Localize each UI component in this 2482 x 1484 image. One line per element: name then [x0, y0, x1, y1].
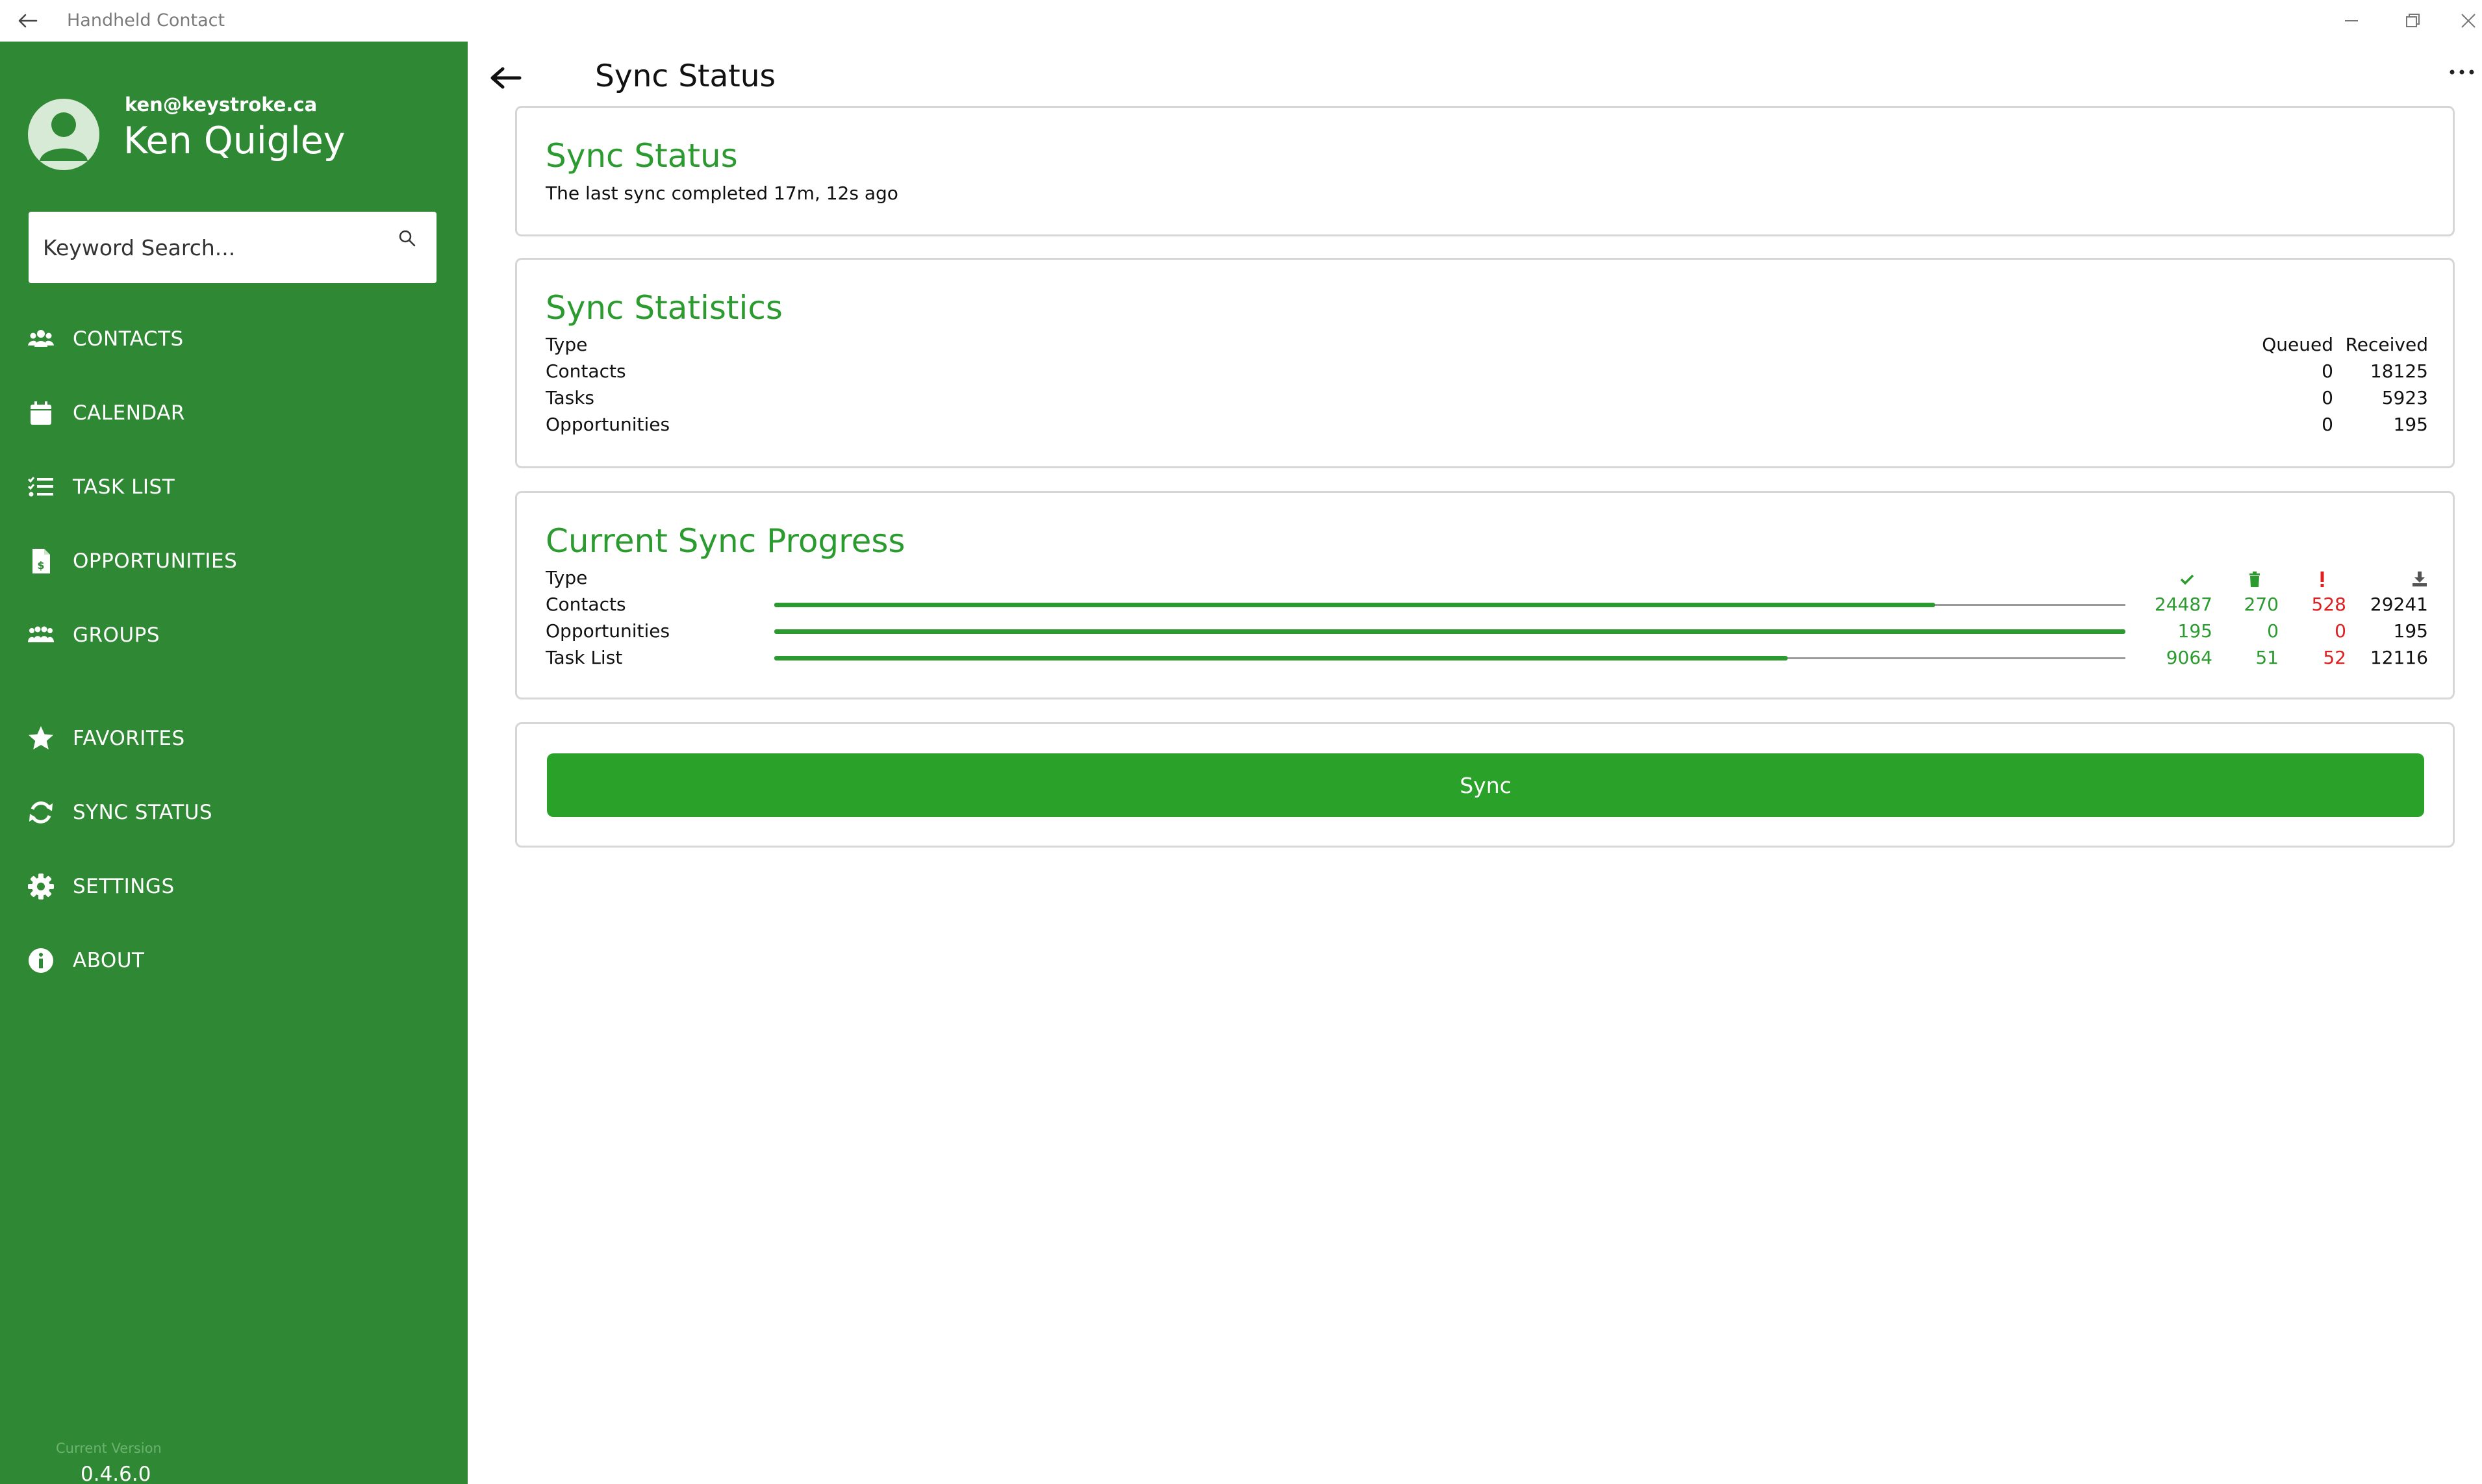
sidebar-item-label: CONTACTS: [73, 327, 184, 351]
sidebar-item-settings[interactable]: SETTINGS: [26, 864, 442, 909]
close-icon[interactable]: [2454, 6, 2482, 35]
progress-bar-fill: [774, 603, 1935, 607]
version-value: 0.4.6.0: [81, 1463, 151, 1484]
sidebar-item-label: OPPORTUNITIES: [73, 549, 238, 573]
last-sync-message: The last sync completed 17m, 12s ago: [546, 182, 898, 204]
task-list-icon: [26, 472, 56, 502]
progress-row-opportunities: Opportunities 195 0 0 195: [546, 620, 2428, 646]
progress-header-row: Type: [546, 567, 2428, 593]
svg-text:$: $: [37, 559, 44, 572]
error-count: 528: [2311, 594, 2346, 615]
star-icon: [26, 723, 56, 753]
sync-status-card: Sync Status The last sync completed 17m,…: [515, 106, 2455, 236]
user-icon: [40, 112, 88, 161]
error-count: 0: [2335, 620, 2346, 642]
row-queued: 0: [2322, 414, 2333, 435]
sync-statistics-card: Sync Statistics Type Queued Received Con…: [515, 258, 2455, 468]
progress-bar: [774, 656, 2125, 660]
info-icon: [26, 946, 56, 975]
sidebar-item-label: FAVORITES: [73, 727, 185, 750]
row-queued: 0: [2322, 360, 2333, 382]
sync-icon: [26, 798, 56, 827]
current-sync-progress-card: Current Sync Progress Type Contacts 2448…: [515, 491, 2455, 699]
row-type: Contacts: [546, 594, 626, 615]
row-received: 18125: [2370, 360, 2428, 382]
sidebar-item-label: ABOUT: [73, 949, 145, 972]
deleted-count: 51: [2255, 647, 2279, 668]
sidebar-item-label: TASK LIST: [73, 475, 175, 499]
gear-icon: [26, 872, 56, 901]
type-header: Type: [546, 334, 588, 355]
received-header: Received: [2345, 334, 2428, 355]
exclamation-icon: [2320, 572, 2324, 587]
sidebar: ken@keystroke.ca Ken Quigley CONTACTS CA…: [0, 42, 468, 1484]
progress-bar: [774, 603, 2125, 607]
row-received: 195: [2393, 414, 2428, 435]
page-title: Sync Status: [595, 58, 776, 94]
deleted-count: 0: [2267, 620, 2279, 642]
version-label: Current Version: [56, 1440, 162, 1456]
window-title: Handheld Contact: [67, 10, 225, 31]
sync-action-card: Sync: [515, 722, 2455, 848]
total-count: 195: [2393, 620, 2428, 642]
row-queued: 0: [2322, 387, 2333, 409]
queued-header: Queued: [2262, 334, 2333, 355]
sidebar-item-label: CALENDAR: [73, 401, 185, 425]
deleted-count: 270: [2244, 594, 2279, 615]
card-title: Current Sync Progress: [546, 522, 905, 560]
sync-button[interactable]: Sync: [547, 753, 2424, 817]
title-bar: Handheld Contact: [0, 0, 2482, 42]
contacts-icon: [26, 324, 56, 354]
check-icon: [2180, 574, 2194, 585]
row-type: Task List: [546, 647, 623, 668]
minimize-icon[interactable]: [2337, 6, 2366, 35]
progress-bar-fill: [774, 629, 2125, 634]
table-row: Tasks 0 5923: [546, 387, 2428, 413]
sidebar-item-label: GROUPS: [73, 623, 160, 647]
download-icon: [2412, 572, 2427, 586]
row-type: Opportunities: [546, 414, 670, 435]
restore-icon[interactable]: [2398, 6, 2427, 35]
card-title: Sync Statistics: [546, 289, 783, 327]
row-type: Tasks: [546, 387, 595, 409]
more-options-icon[interactable]: [2449, 68, 2475, 77]
progress-bar: [774, 629, 2125, 634]
sidebar-item-favorites[interactable]: FAVORITES: [26, 716, 442, 761]
table-row: Contacts 0 18125: [546, 360, 2428, 386]
progress-row-contacts: Contacts 24487 270 528 29241: [546, 594, 2428, 620]
trash-icon: [2249, 572, 2260, 587]
row-received: 5923: [2381, 387, 2428, 409]
search-box: [29, 212, 437, 283]
sidebar-item-calendar[interactable]: CALENDAR: [26, 390, 442, 436]
opportunities-icon: $: [26, 546, 56, 576]
stats-header-row: Type Queued Received: [546, 334, 2428, 360]
progress-bar-fill: [774, 656, 1788, 660]
sidebar-item-groups[interactable]: GROUPS: [26, 612, 442, 658]
search-icon[interactable]: [398, 229, 417, 248]
progress-row-task-list: Task List 9064 51 52 12116: [546, 647, 2428, 673]
user-name: Ken Quigley: [123, 119, 346, 162]
row-type: Opportunities: [546, 620, 670, 642]
groups-icon: [26, 620, 56, 650]
sidebar-item-opportunities[interactable]: $ OPPORTUNITIES: [26, 538, 442, 584]
search-input[interactable]: [43, 212, 387, 283]
calendar-icon: [26, 398, 56, 428]
sidebar-item-about[interactable]: ABOUT: [26, 938, 442, 983]
error-count: 52: [2323, 647, 2346, 668]
total-count: 29241: [2370, 594, 2428, 615]
table-row: Opportunities 0 195: [546, 414, 2428, 440]
user-email: ken@keystroke.ca: [125, 94, 318, 116]
sidebar-item-label: SYNC STATUS: [73, 801, 213, 824]
back-arrow-icon[interactable]: [488, 64, 522, 92]
sidebar-item-task-list[interactable]: TASK LIST: [26, 464, 442, 510]
back-arrow-icon[interactable]: [14, 8, 40, 34]
sidebar-item-contacts[interactable]: CONTACTS: [26, 316, 442, 362]
total-count: 12116: [2370, 647, 2428, 668]
type-header: Type: [546, 567, 588, 588]
card-title: Sync Status: [546, 137, 738, 175]
sidebar-item-sync-status[interactable]: SYNC STATUS: [26, 790, 442, 835]
row-type: Contacts: [546, 360, 626, 382]
avatar[interactable]: [28, 99, 99, 170]
sidebar-item-label: SETTINGS: [73, 875, 175, 898]
